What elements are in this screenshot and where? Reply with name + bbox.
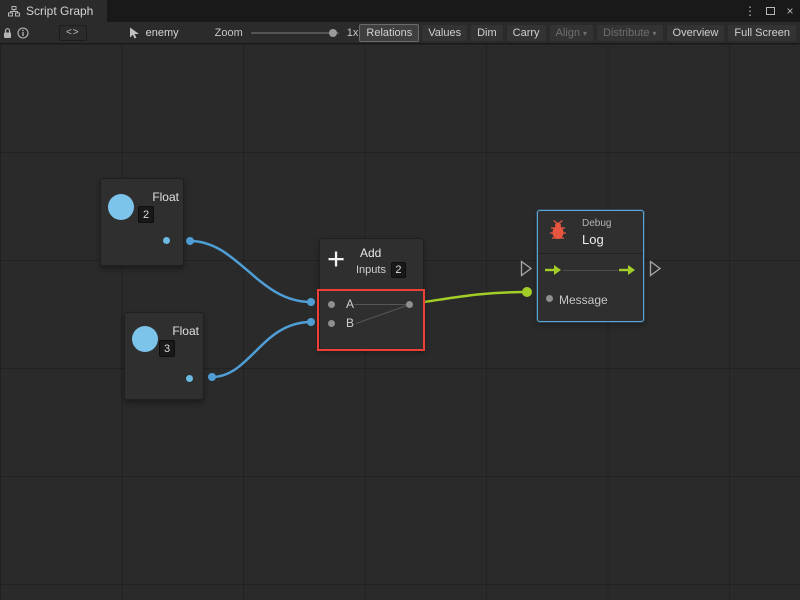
input-port-a[interactable] <box>328 301 335 308</box>
chevron-down-icon: ▾ <box>583 29 587 38</box>
add-node-header: + Add Inputs 2 <box>320 239 423 290</box>
node-title: Log <box>582 232 604 247</box>
float-output-port[interactable] <box>163 237 170 244</box>
float-node-3[interactable]: Float 3 <box>124 312 204 400</box>
values-button[interactable]: Values <box>421 24 468 42</box>
maximize-button[interactable] <box>760 0 780 22</box>
script-graph-icon <box>8 6 20 17</box>
code-view-button[interactable]: <> <box>59 25 87 41</box>
flow-continuation-left-icon <box>520 260 533 277</box>
debug-node-header: Debug Log <box>538 211 643 254</box>
wire-endpoint-dot-green[interactable] <box>522 287 532 297</box>
message-input-port[interactable] <box>546 295 553 302</box>
zoom-control: Zoom 1x <box>215 27 359 39</box>
float-literal-icon <box>132 326 158 352</box>
zoom-slider[interactable] <box>251 32 339 34</box>
input-port-b[interactable] <box>328 320 335 327</box>
float-value-input[interactable]: 2 <box>138 206 154 223</box>
align-label: Align <box>556 27 580 39</box>
flow-continuation-right-icon <box>649 260 662 277</box>
add-node-ports: A B <box>320 290 423 349</box>
code-icon: <> <box>66 27 80 38</box>
inputs-label: Inputs <box>356 264 386 276</box>
values-label: Values <box>428 27 461 39</box>
zoom-value: 1x <box>347 27 359 39</box>
kebab-menu-icon: ⋮ <box>744 4 756 18</box>
flow-relation-line <box>563 270 618 271</box>
graph-canvas[interactable]: Float 2 Float 3 + Add Inputs 2 <box>0 44 800 600</box>
flow-output-port-icon[interactable] <box>619 264 636 276</box>
editor-window: Script Graph ⋮ × <> enemy <box>0 0 800 600</box>
zoom-label: Zoom <box>215 27 243 39</box>
wire-float3-to-add-b[interactable] <box>212 322 311 377</box>
sum-output-port[interactable] <box>406 301 413 308</box>
carry-label: Carry <box>513 27 540 39</box>
port-b-label: B <box>346 316 354 330</box>
wire-add-to-debug-message[interactable] <box>424 292 527 302</box>
chevron-down-icon: ▾ <box>653 29 657 38</box>
title-bar: Script Graph ⋮ × <box>0 0 800 22</box>
overview-label: Overview <box>673 27 719 39</box>
wire-endpoint-dot[interactable] <box>186 237 194 245</box>
debug-message-row: Message <box>538 286 643 318</box>
info-button[interactable] <box>15 22 30 43</box>
graph-name-label: enemy <box>146 27 179 39</box>
debug-flow-row <box>538 254 643 286</box>
distribute-label: Distribute <box>603 27 649 39</box>
debug-log-node[interactable]: Debug Log Message <box>537 210 644 322</box>
message-port-label: Message <box>559 293 608 307</box>
inputs-setting: Inputs 2 <box>356 262 406 278</box>
close-icon: × <box>786 4 793 18</box>
relations-label: Relations <box>366 27 412 39</box>
bug-icon <box>547 219 569 241</box>
fullscreen-button[interactable]: Full Screen <box>727 24 797 42</box>
node-category: Debug <box>582 218 611 229</box>
close-button[interactable]: × <box>780 0 800 22</box>
lock-button[interactable] <box>0 22 15 43</box>
node-title: Add <box>360 246 381 260</box>
graph-breadcrumb[interactable]: enemy <box>129 27 179 39</box>
float-node-2[interactable]: Float 2 <box>100 178 184 266</box>
flow-input-port-icon[interactable] <box>545 264 562 276</box>
zoom-slider-handle[interactable] <box>329 29 337 37</box>
relation-lines <box>320 290 423 349</box>
add-icon: + <box>327 241 345 277</box>
carry-button[interactable]: Carry <box>506 24 547 42</box>
node-title: Float <box>157 324 199 338</box>
lock-icon <box>2 27 13 39</box>
align-dropdown[interactable]: Align▾ <box>549 24 594 42</box>
port-a-label: A <box>346 297 354 311</box>
float-value-input[interactable]: 3 <box>159 340 175 357</box>
float-output-port[interactable] <box>186 375 193 382</box>
titlebar-spacer <box>107 0 740 22</box>
wire-float2-to-add-a[interactable] <box>190 241 311 302</box>
overview-button[interactable]: Overview <box>666 24 726 42</box>
wire-endpoint-dot[interactable] <box>307 318 315 326</box>
wire-endpoint-dot[interactable] <box>307 298 315 306</box>
info-icon <box>17 27 29 39</box>
pointer-icon <box>129 27 140 39</box>
add-node[interactable]: + Add Inputs 2 A B <box>319 238 424 350</box>
float-literal-icon <box>108 194 134 220</box>
tab-script-graph[interactable]: Script Graph <box>0 0 107 22</box>
inputs-count-input[interactable]: 2 <box>391 262 406 278</box>
dim-button[interactable]: Dim <box>470 24 504 42</box>
window-menu-button[interactable]: ⋮ <box>740 0 760 22</box>
toolbar-buttons: Relations Values Dim Carry Align▾ Distri… <box>358 22 800 43</box>
tab-title: Script Graph <box>26 4 93 18</box>
maximize-icon <box>766 7 775 15</box>
relations-button[interactable]: Relations <box>359 24 419 42</box>
fullscreen-label: Full Screen <box>734 27 790 39</box>
wire-endpoint-dot[interactable] <box>208 373 216 381</box>
dim-label: Dim <box>477 27 497 39</box>
node-title: Float <box>137 190 179 204</box>
distribute-dropdown[interactable]: Distribute ▾ <box>596 24 663 42</box>
graph-toolbar: <> enemy Zoom 1x Relations Values Dim Ca… <box>0 22 800 44</box>
